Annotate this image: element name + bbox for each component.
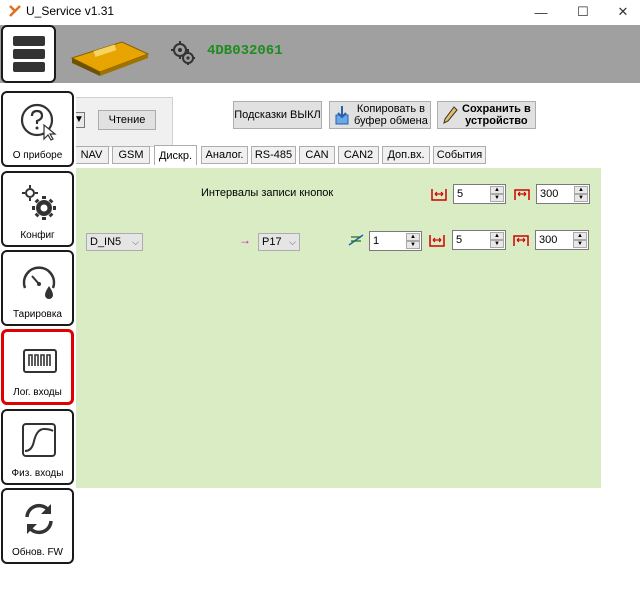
pen-icon bbox=[443, 106, 458, 124]
copy-to-clipboard-button[interactable]: Копировать в буфер обмена bbox=[329, 101, 431, 129]
interval-period-icon bbox=[514, 189, 530, 200]
interval-b-spinbox[interactable]: 300 ▲ ▼ bbox=[536, 184, 590, 204]
sidebar-item-label: Обнов. FW bbox=[11, 547, 63, 558]
save-label-line1: Сохранить в bbox=[462, 103, 531, 115]
settings-gears-icon[interactable] bbox=[170, 40, 196, 66]
tab-rs485[interactable]: RS-485 bbox=[251, 146, 296, 164]
device-image bbox=[70, 41, 150, 76]
device-id: 4DB032061 bbox=[207, 43, 283, 59]
input-select[interactable]: D_IN5 ⌵ bbox=[86, 233, 143, 251]
interval-width-icon bbox=[429, 235, 445, 247]
spin-down-icon[interactable]: ▼ bbox=[574, 194, 588, 202]
arrow-right-icon: → bbox=[239, 233, 251, 247]
sidebar-item-label: О приборе bbox=[12, 150, 63, 161]
sidebar-item-update-fw[interactable]: Обнов. FW bbox=[1, 488, 74, 564]
menu-bar-icon bbox=[13, 49, 45, 59]
minimize-button[interactable]: — bbox=[518, 0, 564, 24]
spin-down-icon[interactable]: ▼ bbox=[490, 194, 504, 202]
row2-interval-b-spinbox[interactable]: 300 ▲ ▼ bbox=[535, 230, 589, 250]
sidebar-item-label: Тарировка bbox=[13, 309, 62, 320]
spin-down-icon[interactable]: ▼ bbox=[573, 240, 587, 248]
interval-a-spinbox[interactable]: 5 ▲ ▼ bbox=[453, 184, 506, 204]
tab-events[interactable]: События bbox=[433, 146, 486, 164]
interval-period-icon bbox=[513, 235, 529, 246]
sidebar-item-label: Физ. входы bbox=[11, 468, 64, 479]
title-bar: U_Service v1.31 — ☐ ✕ bbox=[0, 0, 640, 24]
gauge-drop-icon bbox=[22, 266, 56, 299]
main-menu-button[interactable] bbox=[1, 25, 56, 83]
param-select[interactable]: P17 ⌵ bbox=[258, 233, 300, 251]
button-intervals-label: Интервалы записи кнопок bbox=[201, 187, 334, 199]
chevron-down-icon: ⌵ bbox=[132, 237, 139, 247]
sine-wave-icon bbox=[22, 423, 56, 457]
interval-b-value: 300 bbox=[540, 188, 559, 200]
sidebar-item-calibration[interactable]: Тарировка bbox=[1, 250, 74, 326]
download-arrow-icon bbox=[335, 106, 349, 125]
app-logo-icon bbox=[9, 5, 21, 17]
window-title: U_Service v1.31 bbox=[26, 4, 115, 18]
tab-extra-inputs[interactable]: Доп.вх. bbox=[382, 146, 430, 164]
sidebar-item-label: Лог. входы bbox=[13, 387, 62, 398]
refresh-icon bbox=[25, 503, 53, 535]
chevron-down-icon: ⌵ bbox=[289, 237, 296, 247]
sidebar-item-config[interactable]: Конфиг bbox=[1, 171, 74, 247]
spin-up-icon[interactable]: ▲ bbox=[573, 232, 587, 240]
row2-interval-a-value: 5 bbox=[456, 234, 463, 246]
filter-spinbox[interactable]: 1 ▲ ▼ bbox=[369, 231, 422, 251]
interval-width-icon bbox=[431, 189, 447, 201]
spin-up-icon[interactable]: ▲ bbox=[406, 233, 420, 241]
filter-value: 1 bbox=[373, 235, 380, 247]
tab-discrete[interactable]: Дискр. bbox=[154, 145, 197, 165]
tab-can[interactable]: CAN bbox=[299, 146, 335, 164]
spin-up-icon[interactable]: ▲ bbox=[490, 186, 504, 194]
spin-down-icon[interactable]: ▼ bbox=[406, 241, 420, 249]
menu-bar-icon bbox=[13, 36, 45, 46]
spin-up-icon[interactable]: ▲ bbox=[574, 186, 588, 194]
save-to-device-button[interactable]: Сохранить в устройство bbox=[437, 101, 536, 129]
param-select-value: P17 bbox=[262, 236, 282, 248]
discrete-settings-panel bbox=[76, 168, 601, 488]
tab-can2[interactable]: CAN2 bbox=[338, 146, 379, 164]
spin-up-icon[interactable]: ▲ bbox=[490, 232, 504, 240]
menu-bar-icon bbox=[13, 62, 45, 72]
logic-inputs-icon bbox=[23, 349, 57, 373]
sidebar-item-logic-inputs[interactable]: Лог. входы bbox=[1, 329, 74, 405]
sidebar-item-physical-inputs[interactable]: Физ. входы bbox=[1, 409, 74, 485]
read-button[interactable]: Чтение bbox=[98, 110, 156, 130]
save-label-line2: устройство bbox=[465, 115, 528, 127]
tab-gsm[interactable]: GSM bbox=[112, 146, 150, 164]
help-cursor-icon bbox=[20, 103, 57, 141]
spin-down-icon[interactable]: ▼ bbox=[490, 240, 504, 248]
sidebar-item-about[interactable]: О приборе bbox=[1, 91, 74, 167]
tab-nav[interactable]: NAV bbox=[74, 146, 109, 164]
copy-label-line1: Копировать в bbox=[356, 103, 425, 115]
filter-icon bbox=[348, 234, 364, 246]
row2-interval-a-spinbox[interactable]: 5 ▲ ▼ bbox=[452, 230, 506, 250]
hints-toggle-button[interactable]: Подсказки ВЫКЛ bbox=[233, 101, 322, 129]
input-select-value: D_IN5 bbox=[90, 236, 122, 248]
gears-icon bbox=[22, 185, 56, 220]
close-button[interactable]: ✕ bbox=[600, 0, 640, 24]
interval-a-value: 5 bbox=[457, 188, 464, 200]
sidebar-item-label: Конфиг bbox=[20, 230, 55, 241]
copy-label-line2: буфер обмена bbox=[354, 115, 428, 127]
tab-analog[interactable]: Аналог. bbox=[201, 146, 248, 164]
row2-interval-b-value: 300 bbox=[539, 234, 558, 246]
